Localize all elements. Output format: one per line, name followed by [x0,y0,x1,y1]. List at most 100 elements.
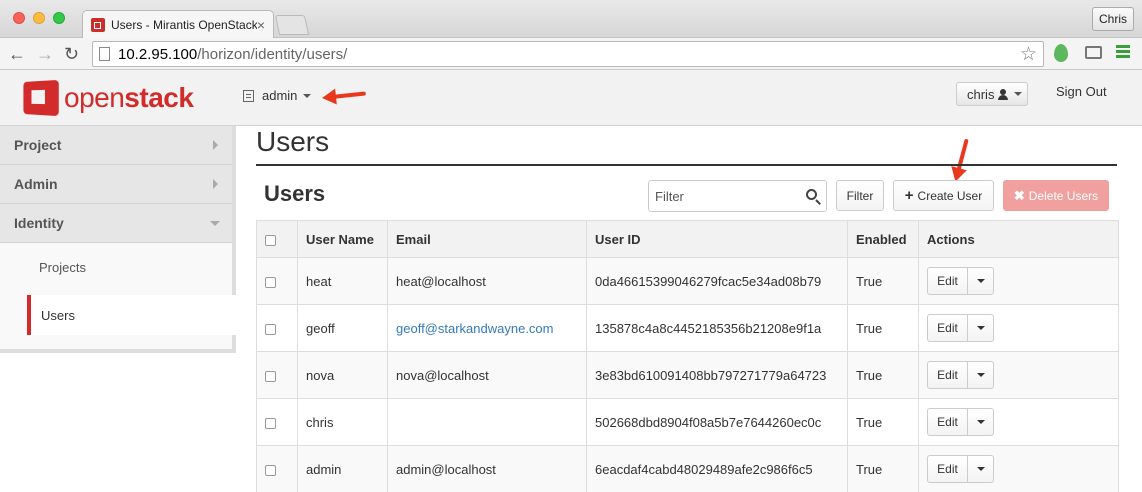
edit-user-button[interactable]: Edit [928,315,968,341]
row-checkbox[interactable] [265,276,276,288]
enabled-cell: True [847,304,919,352]
browser-profile-button[interactable]: Chris [1091,7,1134,31]
sidebar-panel-label: Admin [14,176,58,192]
actions-cell: Edit [918,257,1119,305]
chevron-right-icon [213,140,218,150]
evernote-extension-icon[interactable] [1054,44,1068,62]
url-path: /horizon/identity/users/ [197,45,348,63]
table-row: admin admin@localhost 6eacdaf4cabd48029489… [256,445,1119,492]
create-user-button[interactable]: + Create User [893,180,994,211]
row-checkbox[interactable] [265,370,276,382]
bookmark-star-icon[interactable]: ☆ [1020,43,1037,66]
chevron-down-icon [210,221,220,226]
browser-titlebar: Users - Mirantis OpenStack × Chris [0,0,1142,39]
user-id-cell: 3e83bd610091408bb797271779a64723 [586,351,848,399]
row-checkbox[interactable] [265,464,276,476]
column-header-enabled[interactable]: Enabled [847,220,919,258]
edit-user-button[interactable]: Edit [928,456,968,482]
email-cell: heat@localhost [387,257,587,305]
sidebar-item-projects[interactable]: Projects [0,243,232,291]
sidebar-panel-admin[interactable]: Admin [0,165,232,204]
reload-icon[interactable]: ↻ [64,43,79,65]
openstack-logo[interactable]: openstack [22,79,194,117]
project-switcher-dropdown[interactable]: admin [243,88,312,103]
chevron-right-icon [213,179,218,189]
user-name-cell: nova [297,351,388,399]
email-link[interactable]: geoff@starkandwayne.com [396,321,554,336]
minimize-window-icon[interactable] [33,12,45,24]
edit-user-button[interactable]: Edit [928,409,968,435]
sidebar-item-users[interactable]: Users [27,295,236,335]
email-text: heat@localhost [396,273,486,289]
more-actions-dropdown[interactable] [968,456,993,482]
more-actions-dropdown[interactable] [968,315,993,341]
sidebar-panel-project[interactable]: Project [0,126,232,165]
search-icon [806,189,817,200]
user-name-cell: heat [297,257,388,305]
address-bar[interactable]: 10.2.95.100/horizon/identity/users/ ☆ [92,41,1044,67]
user-id-cell: 135878c4a8c4452185356b21208e9f1a [586,304,848,352]
list-icon [243,89,254,102]
filter-button[interactable]: Filter [836,180,884,211]
more-actions-dropdown[interactable] [968,409,993,435]
annotation-arrow-create-user [956,138,969,173]
enabled-cell: True [847,351,919,399]
close-window-icon[interactable] [13,12,25,24]
user-id-cell: 502668dbd8904f08a5b7e7644260ec0c [586,398,848,446]
edit-split-button: Edit [927,314,994,342]
caret-down-icon [976,373,985,377]
caret-down-icon [303,93,312,98]
delete-users-button[interactable]: ✖ Delete Users [1003,180,1109,211]
filter-input[interactable] [655,188,795,204]
edit-split-button: Edit [927,455,994,483]
tab-close-icon[interactable]: × [257,17,265,33]
cast-icon[interactable] [1085,46,1102,59]
new-tab-button[interactable] [274,15,310,35]
select-all-cell [256,220,298,258]
browser-tab[interactable]: Users - Mirantis OpenStack × [82,10,274,39]
email-text: nova@localhost [396,367,489,383]
delete-users-label: Delete Users [1028,188,1099,203]
filter-field[interactable] [648,180,827,212]
table-row: chris 502668dbd8904f08a5b7e7644260ec0c Tru… [256,398,1119,446]
row-select-cell [256,351,298,399]
edit-split-button: Edit [927,408,994,436]
table-row: heat heat@localhost 0da46615399046279fcac5… [256,257,1119,305]
actions-cell: Edit [918,445,1119,492]
column-header-user-name[interactable]: User Name [297,220,388,258]
caret-down-icon [976,420,985,424]
actions-cell: Edit [918,304,1119,352]
caret-down-icon [976,326,985,330]
user-menu-dropdown[interactable]: chris [956,82,1028,106]
back-arrow-icon[interactable]: ← [8,43,26,65]
browser-menu-icon[interactable] [1116,45,1130,60]
column-header-user-id[interactable]: User ID [586,220,848,258]
row-checkbox[interactable] [265,323,276,335]
app-header: openstack admin chris Sign Out [0,70,1142,126]
openstack-logo-icon [23,79,59,117]
row-select-cell [256,257,298,305]
sidebar-panel-label: Identity [14,215,64,231]
more-actions-dropdown[interactable] [968,268,993,294]
row-select-cell [256,304,298,352]
column-header-email[interactable]: Email [387,220,587,258]
maximize-window-icon[interactable] [53,12,65,24]
email-text: admin@localhost [396,461,496,477]
page-title: Users [256,126,330,157]
user-icon [998,88,1009,100]
row-checkbox[interactable] [265,417,276,429]
email-cell: geoff@starkandwayne.com [387,304,587,352]
select-all-checkbox[interactable] [265,234,276,246]
more-actions-dropdown[interactable] [968,362,993,388]
user-name-cell: chris [297,398,388,446]
sign-out-link[interactable]: Sign Out [1056,84,1107,99]
user-name-cell: geoff [297,304,388,352]
caret-down-icon [976,467,985,471]
edit-user-button[interactable]: Edit [928,362,968,388]
project-label: admin [262,88,298,103]
actions-cell: Edit [918,351,1119,399]
sidebar-panel-identity[interactable]: Identity [0,204,232,243]
edit-user-button[interactable]: Edit [928,268,968,294]
forward-arrow-icon[interactable]: → [36,43,54,65]
row-select-cell [256,398,298,446]
